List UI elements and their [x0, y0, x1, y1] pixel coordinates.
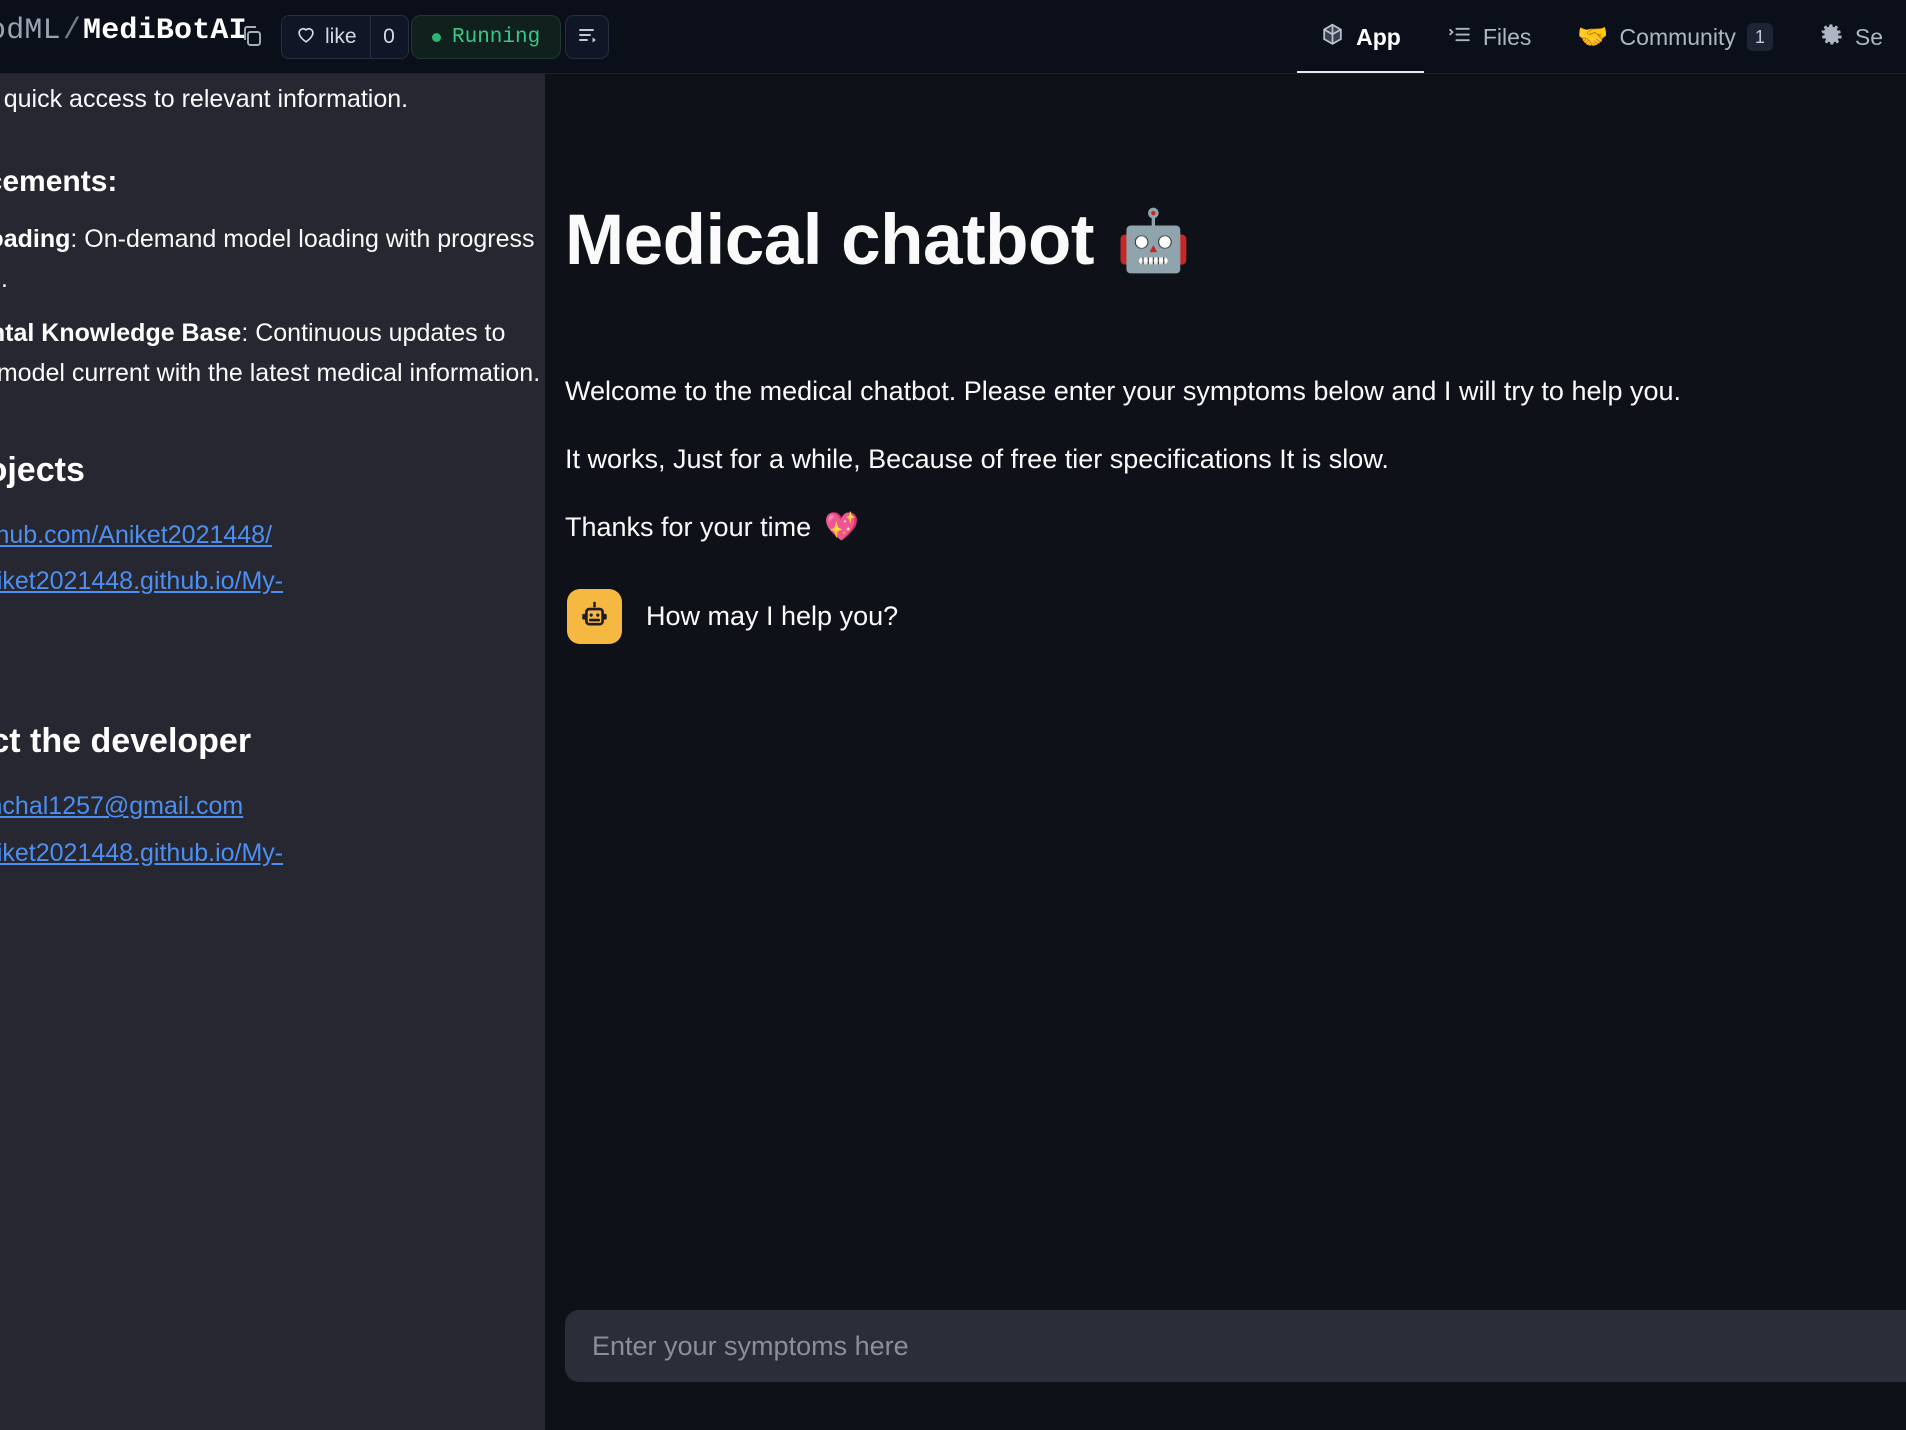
welcome-paragraph: Welcome to the medical chatbot. Please e… — [565, 376, 1682, 406]
project-link-portfolio[interactable]: https://aniket2021448.github.io/My- — [0, 558, 545, 604]
tab-app[interactable]: App — [1297, 0, 1424, 73]
enhancement-term-2: Incremental Knowledge Base — [0, 318, 242, 347]
breadcrumb-separator: / — [62, 14, 82, 48]
tab-community-label: Community — [1619, 23, 1736, 50]
logs-menu-button[interactable] — [565, 15, 609, 59]
page-title: Medical chatbot 🤖 — [565, 200, 1191, 281]
project-link-github[interactable]: https://github.com/Aniket2021448/ — [0, 512, 545, 558]
tab-files[interactable]: Files — [1424, 0, 1555, 73]
status-dot-icon — [432, 32, 441, 42]
chat-message-bot: How may I help you? — [567, 589, 898, 644]
community-hand-icon: 🤝 — [1577, 22, 1609, 51]
symptoms-input[interactable] — [565, 1310, 1906, 1382]
files-list-icon — [1447, 22, 1472, 53]
sparkling-heart-emoji-icon: 💖 — [824, 511, 859, 543]
sidebar-enhancements-heading: Enhancements: — [0, 164, 118, 198]
tab-settings-label: Se — [1854, 23, 1883, 50]
like-group[interactable]: like 0 — [281, 15, 409, 59]
tab-community[interactable]: 🤝 Community 1 — [1554, 0, 1795, 73]
developer-link-portfolio[interactable]: https://aniket2021448.github.io/My- — [0, 830, 545, 876]
thanks-text: Thanks for your time — [565, 512, 812, 542]
sidebar: trieval for quick access to relevant inf… — [0, 74, 545, 1430]
status-badge[interactable]: Running — [411, 15, 562, 59]
logs-menu-icon — [575, 23, 599, 52]
repo-name[interactable]: MediBotAI — [83, 14, 247, 48]
robot-avatar-icon — [567, 589, 622, 644]
list-item: Model Loading: On-demand model loading w… — [0, 219, 545, 299]
tab-settings[interactable]: Se — [1796, 0, 1906, 73]
repo-breadcrumb[interactable]: odML/MediBotAI — [0, 14, 247, 48]
thanks-paragraph: Thanks for your time 💖 — [565, 507, 859, 548]
copy-icon[interactable] — [240, 24, 264, 48]
developer-link-email[interactable]: aniketpanchal1257@gmail.com — [0, 783, 545, 829]
app-main-content: Medical chatbot 🤖 Welcome to the medical… — [545, 74, 1906, 1430]
repo-org[interactable]: odML — [0, 14, 61, 48]
performance-note-paragraph: It works, Just for a while, Because of f… — [565, 444, 1389, 474]
robot-emoji-icon: 🤖 — [1116, 206, 1191, 274]
sidebar-intro-text: trieval for quick access to relevant inf… — [0, 85, 409, 113]
like-count: 0 — [369, 16, 408, 58]
tab-files-label: Files — [1482, 23, 1532, 50]
gear-icon — [1819, 22, 1844, 53]
like-button[interactable]: like — [282, 16, 370, 58]
list-item: Incremental Knowledge Base: Continuous u… — [0, 313, 545, 393]
enhancement-term-1: Model Loading — [0, 224, 71, 253]
enhancement-desc-1: : On-demand model loading with progress … — [0, 224, 535, 293]
page-title-text: Medical chatbot — [565, 201, 1095, 280]
header-nav: App Files 🤝 Community 1 Se — [1297, 0, 1906, 73]
bot-message-text: How may I help you? — [646, 601, 899, 631]
sidebar-projects-heading: My Projects — [0, 450, 85, 489]
sidebar-developer-heading: Contact the developer — [0, 722, 252, 761]
space-header: odML/MediBotAI like 0 Running — [0, 0, 1906, 74]
like-label: like — [325, 25, 357, 48]
community-count-badge: 1 — [1746, 23, 1773, 51]
status-label: Running — [452, 25, 541, 49]
tab-app-label: App — [1356, 23, 1401, 50]
app-cube-icon — [1320, 22, 1345, 53]
heart-icon — [295, 23, 317, 51]
